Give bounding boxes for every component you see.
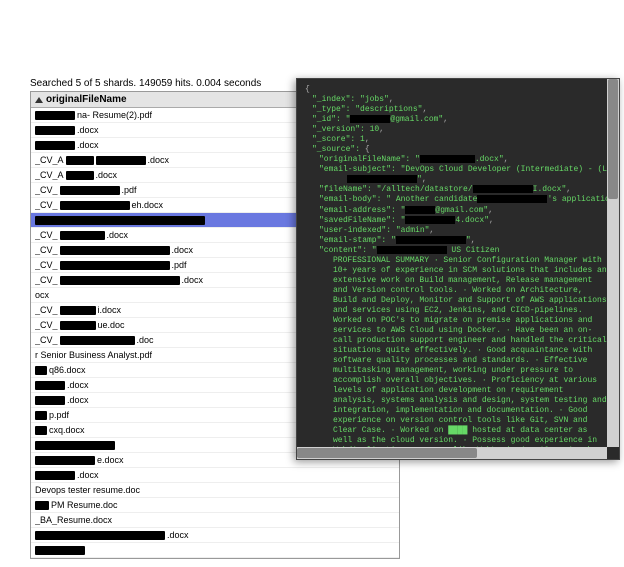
- json-scrollbar-horizontal[interactable]: [297, 447, 607, 459]
- cell-filename: .docx: [35, 530, 325, 540]
- cell-filename: Devops tester resume.doc: [35, 485, 325, 495]
- cell-filename: _CV_.docx: [35, 245, 325, 255]
- cell-filename: .docx: [35, 395, 325, 405]
- json-scrollbar-vertical[interactable]: [607, 79, 619, 447]
- cell-filename: [35, 546, 325, 555]
- cell-filename: _CV_A.docx: [35, 170, 325, 180]
- cell-filename: p.pdf: [35, 410, 325, 420]
- sort-asc-icon: [35, 97, 43, 103]
- cell-filename: _CV_i.docx: [35, 305, 325, 315]
- cell-filename: _CV_eh.docx: [35, 200, 325, 210]
- table-row[interactable]: _BA_Resume.docx: [31, 513, 399, 528]
- cell-filename: [35, 216, 325, 225]
- table-row[interactable]: PM Resume.doc: [31, 498, 399, 513]
- table-row[interactable]: .docx: [31, 528, 399, 543]
- cell-filename: e.docx: [35, 455, 325, 465]
- search-status: Searched 5 of 5 shards. 149059 hits. 0.0…: [30, 78, 261, 89]
- cell-filename: _CV_.pdf: [35, 260, 325, 270]
- col-header-file[interactable]: originalFileName: [31, 92, 329, 107]
- cell-filename: r Senior Business Analyst.pdf: [35, 350, 325, 360]
- table-row[interactable]: .docx: [31, 468, 399, 483]
- cell-filename: cxq.docx: [35, 425, 325, 435]
- cell-filename: .docx: [35, 380, 325, 390]
- scrollbar-thumb[interactable]: [608, 79, 618, 199]
- cell-filename: _BA_Resume.docx: [35, 515, 325, 525]
- cell-filename: _CV_ue.doc: [35, 320, 325, 330]
- col-header-file-label: originalFileName: [46, 94, 127, 105]
- cell-filename: _CV_A.docx: [35, 155, 325, 165]
- cell-filename: .docx: [35, 140, 325, 150]
- cell-filename: [35, 441, 325, 450]
- cell-filename: _CV_.docx: [35, 230, 325, 240]
- scrollbar-thumb[interactable]: [297, 448, 477, 458]
- json-detail-panel: {"_index": "jobs","_type": "descriptions…: [296, 78, 620, 460]
- cell-filename: _CV_.docx: [35, 275, 325, 285]
- cell-filename: PM Resume.doc: [35, 500, 325, 510]
- cell-filename: .docx: [35, 125, 325, 135]
- cell-filename: _CV_.pdf: [35, 185, 325, 195]
- table-row[interactable]: [31, 543, 399, 558]
- cell-filename: _CV_.doc: [35, 335, 325, 345]
- cell-filename: na- Resume(2).pdf: [35, 110, 325, 120]
- cell-filename: .docx: [35, 470, 325, 480]
- table-row[interactable]: Devops tester resume.doc: [31, 483, 399, 498]
- cell-filename: ocx: [35, 290, 325, 300]
- cell-filename: q86.docx: [35, 365, 325, 375]
